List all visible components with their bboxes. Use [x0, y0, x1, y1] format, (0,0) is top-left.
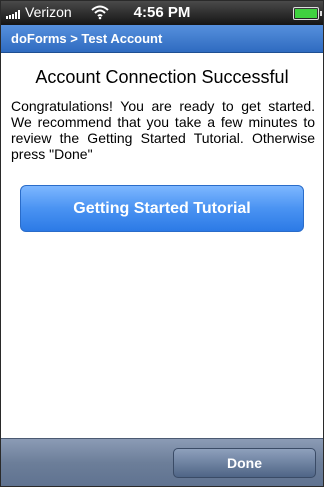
battery-level	[295, 9, 317, 18]
bottom-toolbar: Done	[1, 438, 323, 486]
status-time: 4:56 PM	[133, 4, 191, 21]
breadcrumb[interactable]: doForms > Test Account	[11, 31, 162, 46]
navigation-bar: doForms > Test Account	[1, 25, 323, 53]
app-screen: Verizon 4:56 PM doForms > Test Account A…	[0, 0, 324, 487]
page-title: Account Connection Successful	[35, 67, 289, 87]
done-button[interactable]: Done	[173, 448, 316, 478]
battery-nub	[320, 11, 322, 16]
battery-icon	[293, 7, 322, 20]
status-bar: Verizon 4:56 PM	[1, 1, 323, 25]
welcome-message: Congratulations! You are ready to get st…	[11, 98, 315, 162]
getting-started-tutorial-button[interactable]: Getting Started Tutorial	[20, 185, 304, 232]
